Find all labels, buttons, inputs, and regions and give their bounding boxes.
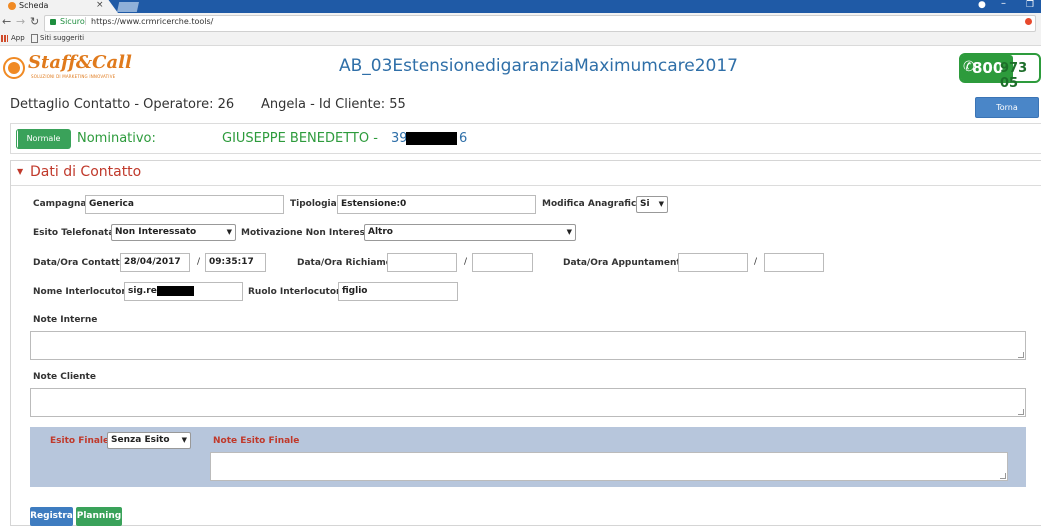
modifica-anagrafica-value: Si [640,199,650,209]
modifica-anagrafica-label: Modifica Anagrafica [542,199,643,209]
back-arrow-icon[interactable]: ← [2,15,11,28]
browser-titlebar [0,0,1041,13]
ruolo-interlocutore-field[interactable]: figlio [338,282,458,301]
chevron-down-icon: ▼ [226,228,232,236]
esito-telefonata-label: Esito Telefonata [33,228,115,238]
data-richiamo-time[interactable] [472,253,533,272]
page-icon [31,34,38,43]
url-separator: | [84,16,87,25]
esito-finale-label: Esito Finale [50,436,110,446]
data-richiamo-date[interactable] [387,253,457,272]
back-to-list-button[interactable]: Torna all'elenco [975,97,1039,131]
esito-finale-select[interactable]: Senza Esito ▼ [107,432,191,449]
data-contatto-date[interactable]: 28/04/2017 [120,253,190,272]
tipologia-field[interactable]: Estensione:0 [337,195,536,214]
data-richiamo-label: Data/Ora Richiamo [297,258,392,268]
note-esito-finale-textarea[interactable] [210,452,1008,481]
ruolo-interlocutore-label: Ruolo Interlocutore [248,287,347,297]
detail-operator: Dettaglio Contatto - Operatore: 26 [10,97,235,112]
minimize-icon[interactable]: – [1001,0,1006,9]
user-icon[interactable]: ● [978,0,986,10]
phone-number-rest: 973 05 [1000,61,1028,91]
new-tab-button[interactable] [117,2,139,12]
reload-icon[interactable]: ↻ [30,15,39,28]
nominativo-id-suffix: 6 [459,131,468,146]
detail-customer: Angela - Id Cliente: 55 [261,97,406,112]
url-text[interactable]: https://www.crmricerche.tools/ [91,17,213,26]
logo-tagline: SOLUZIONI DI MARKETING INNOVATIVE [31,74,116,79]
campagna-label: Campagna [33,199,87,209]
date-time-separator: / [197,257,201,267]
note-interne-label: Note Interne [33,315,98,325]
esito-telefonata-select[interactable]: Non Interessato ▼ [111,224,236,241]
resize-grip-icon[interactable] [1018,409,1024,415]
note-esito-finale-label: Note Esito Finale [213,436,300,446]
note-interne-textarea[interactable] [30,331,1026,360]
tab-close-icon[interactable]: × [96,0,104,10]
esito-telefonata-value: Non Interessato [115,227,197,237]
logo-text: Staff&Call [28,52,132,73]
redaction-bar [157,286,194,296]
date-time-separator: / [464,257,468,267]
resize-grip-icon[interactable] [1018,352,1024,358]
tab-title: Scheda [19,1,49,10]
forward-arrow-icon[interactable]: → [16,15,25,28]
section-header[interactable] [11,161,1041,186]
registra-button[interactable]: Registra [30,507,73,526]
motivazione-label: Motivazione Non Interesse [241,228,377,238]
nome-interlocutore-label: Nome Interlocutore [33,287,132,297]
date-time-separator: / [754,257,758,267]
data-contatto-label: Data/Ora Contatto [33,258,126,268]
campagna-field[interactable]: Generica [85,195,284,214]
favicon-icon [8,2,16,10]
chevron-down-icon: ▼ [566,228,572,236]
bookmark-suggested[interactable]: Siti suggeriti [40,34,84,42]
motivazione-value: Altro [368,227,393,237]
modifica-anagrafica-select[interactable]: Si ▼ [636,196,668,213]
phone-number-prefix: 800 [972,59,1004,77]
nominativo-panel [10,123,1041,154]
data-appuntamento-label: Data/Ora Appuntamento [563,258,687,268]
nominativo-label: Nominativo: [77,131,156,146]
motivazione-select[interactable]: Altro ▼ [364,224,576,241]
bookmarks-bar [0,32,1041,46]
data-contatto-time[interactable]: 09:35:17 [205,253,266,272]
section-title[interactable]: Dati di Contatto [30,164,141,180]
nominativo-name: GIUSEPPE BENEDETTO - [222,131,378,146]
esito-finale-value: Senza Esito [111,435,170,445]
tipologia-label: Tipologia [290,199,337,209]
restore-icon[interactable]: ❐ [1026,0,1034,10]
data-appuntamento-date[interactable] [678,253,748,272]
note-cliente-textarea[interactable] [30,388,1026,417]
note-cliente-label: Note Cliente [33,372,96,382]
caret-down-icon[interactable]: ▼ [17,167,23,176]
data-appuntamento-time[interactable] [764,253,824,272]
planning-button[interactable]: Planning [76,507,122,526]
chevron-down-icon: ▼ [181,436,187,444]
lock-icon [50,19,56,25]
chevron-down-icon: ▼ [658,200,664,208]
status-toggle[interactable]: Normale [16,129,71,149]
apps-grid-icon[interactable] [1,35,8,42]
status-toggle-handle[interactable] [16,129,19,149]
secure-label: Sicuro [60,17,85,26]
logo-icon-inner [8,62,20,74]
extension-icon[interactable] [1025,18,1032,25]
campaign-title: AB_03EstensionedigaranziaMaximumcare2017 [339,56,738,76]
redaction-bar [406,132,457,145]
resize-grip-icon[interactable] [1000,473,1006,479]
bookmark-apps[interactable]: App [11,34,25,42]
